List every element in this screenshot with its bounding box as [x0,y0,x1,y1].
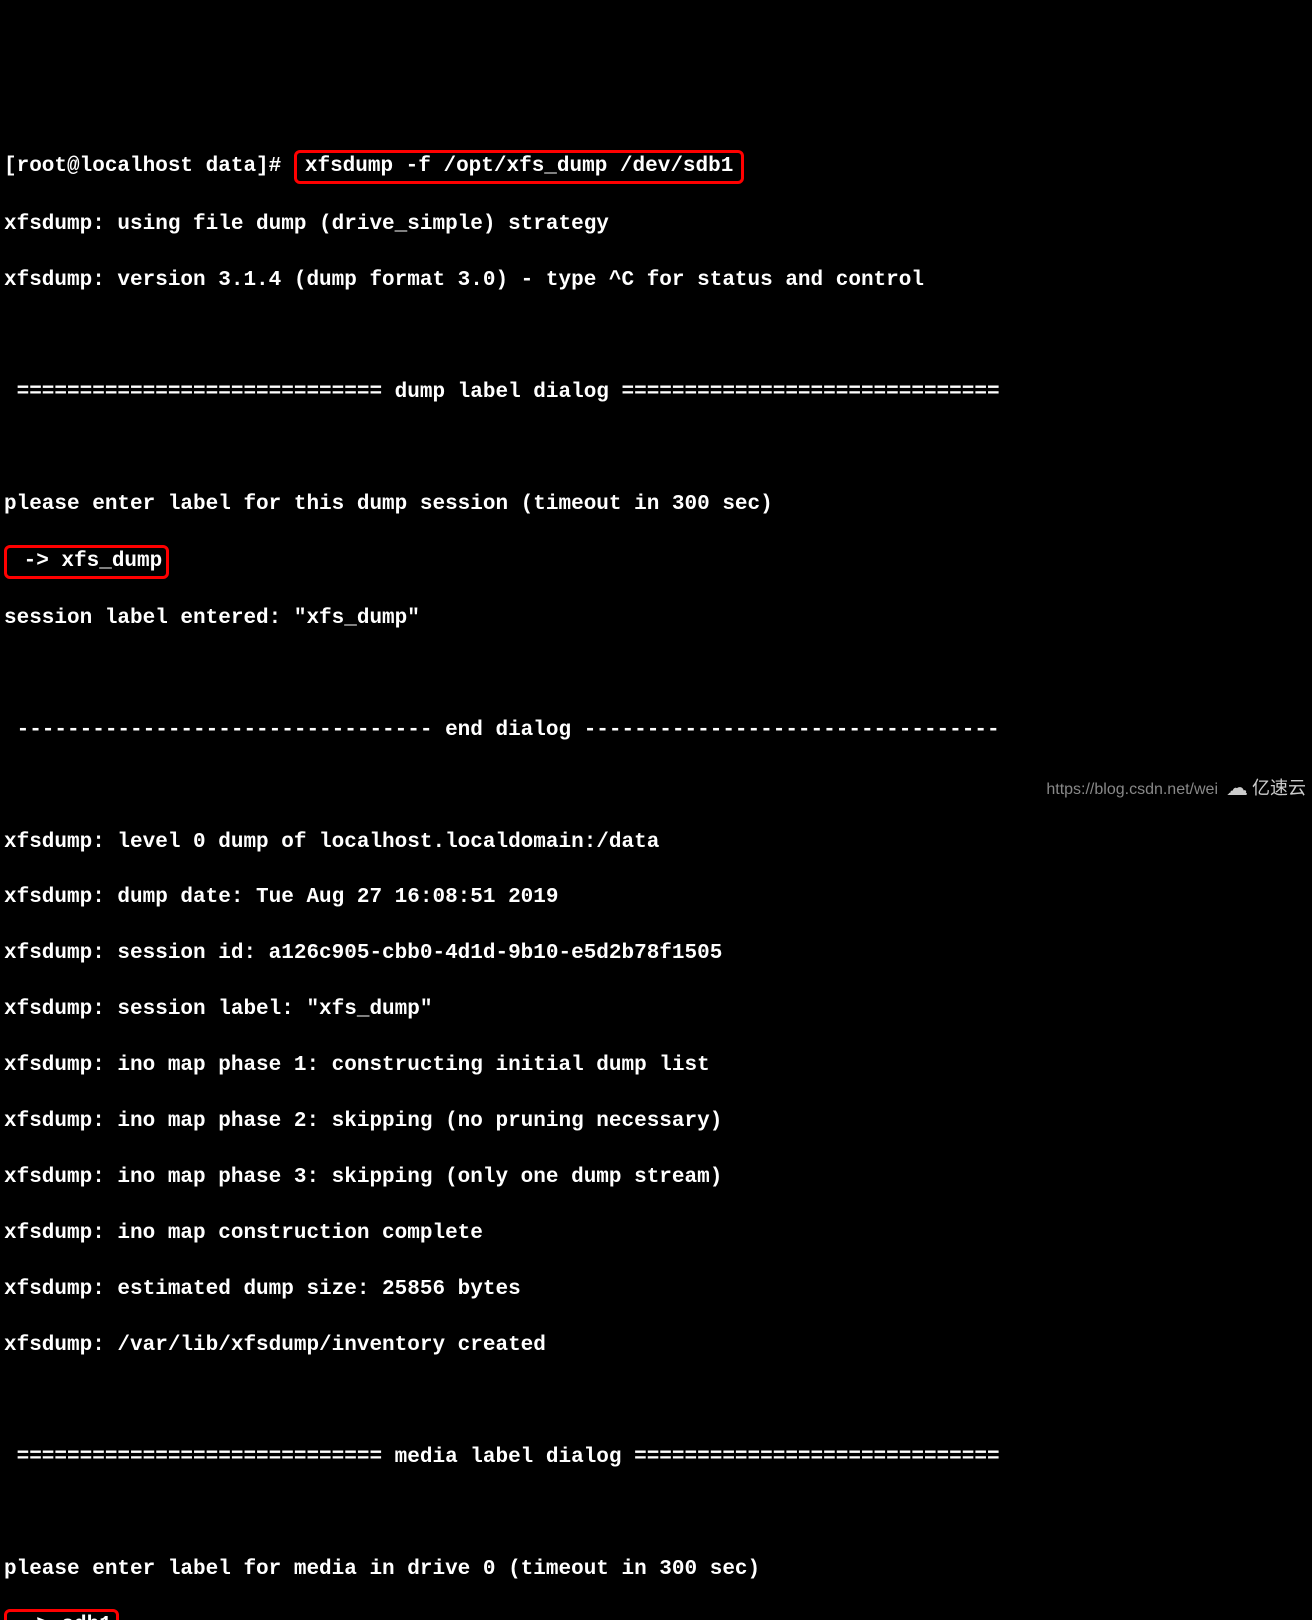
command-highlight: xfsdump -f /opt/xfs_dump /dev/sdb1 [294,150,744,184]
output-line: ============================= dump label… [4,379,1308,407]
dump-label-input[interactable]: xfs_dump [61,550,162,573]
output-line [4,323,1308,351]
output-line: xfsdump: ino map phase 2: skipping (no p… [4,1108,1308,1136]
output-line: --------------------------------- end di… [4,717,1308,745]
output-line: xfsdump: using file dump (drive_simple) … [4,211,1308,239]
output-line: xfsdump: dump date: Tue Aug 27 16:08:51 … [4,884,1308,912]
terminal-output: [root@localhost data]# xfsdump -f /opt/x… [4,122,1308,1620]
output-line [4,1388,1308,1416]
input-highlight-2: -> sdb1 [4,1609,119,1620]
output-line: xfsdump: /var/lib/xfsdump/inventory crea… [4,1332,1308,1360]
output-line: xfsdump: session id: a126c905-cbb0-4d1d-… [4,940,1308,968]
watermark-logo: ☁ 亿速云 [1226,775,1306,804]
output-line: session label entered: "xfs_dump" [4,605,1308,633]
output-line: xfsdump: version 3.1.4 (dump format 3.0)… [4,267,1308,295]
output-line: please enter label for media in drive 0 … [4,1556,1308,1584]
input-highlight-1: -> xfs_dump [4,545,169,579]
output-line: xfsdump: ino map phase 1: constructing i… [4,1052,1308,1080]
output-line [4,661,1308,689]
output-line [4,1500,1308,1528]
output-line [4,435,1308,463]
shell-prompt: [root@localhost data]# [4,153,294,181]
watermark-url: https://blog.csdn.net/wei [1046,779,1218,800]
output-line: xfsdump: session label: "xfs_dump" [4,996,1308,1024]
output-line: xfsdump: level 0 dump of localhost.local… [4,829,1308,857]
output-line: ============================= media labe… [4,1444,1308,1472]
watermark: https://blog.csdn.net/wei ☁ 亿速云 [1046,775,1306,804]
cloud-icon: ☁ [1226,775,1248,804]
output-line: xfsdump: ino map phase 3: skipping (only… [4,1164,1308,1192]
output-line: please enter label for this dump session… [4,491,1308,519]
output-line: xfsdump: ino map construction complete [4,1220,1308,1248]
watermark-brand: 亿速云 [1252,777,1306,801]
media-label-input[interactable]: sdb1 [61,1614,111,1620]
output-line: xfsdump: estimated dump size: 25856 byte… [4,1276,1308,1304]
